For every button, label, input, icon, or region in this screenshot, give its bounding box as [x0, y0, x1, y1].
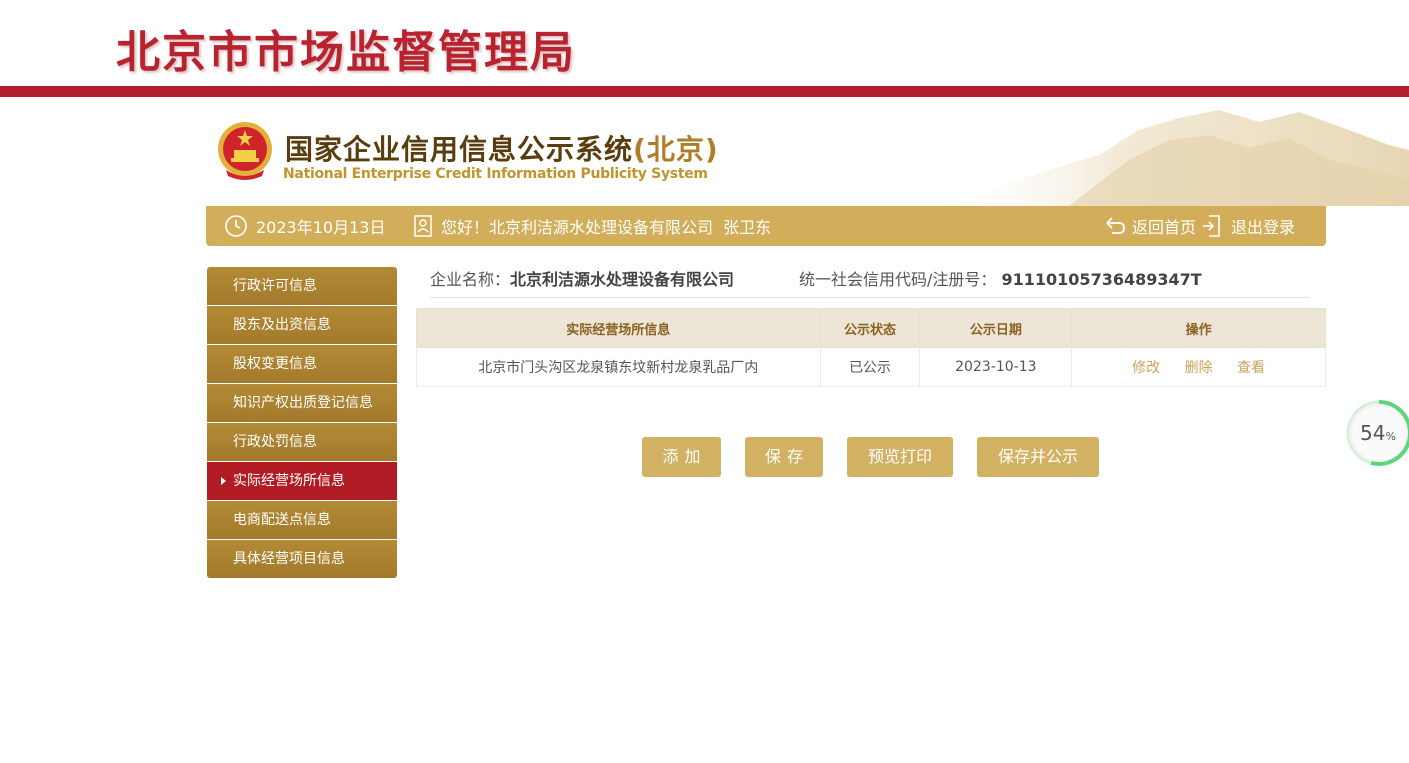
user-badge-icon: [414, 215, 432, 237]
company-name-label: 企业名称：: [430, 270, 511, 289]
progress-widget[interactable]: 54%: [1344, 398, 1409, 468]
system-title: 国家企业信用信息公示系统(北京): [285, 128, 719, 168]
greeting-text: 您好！北京利洁源水处理设备有限公司 张卫东: [441, 218, 772, 237]
active-arrow-icon: [221, 477, 226, 485]
sidebar-item-equity-change[interactable]: 股权变更信息: [207, 345, 397, 383]
sidebar-item-shareholders[interactable]: 股东及出资信息: [207, 306, 397, 344]
home-label: 返回首页: [1132, 218, 1197, 237]
credit-code-label: 统一社会信用代码/注册号：: [799, 270, 997, 289]
user-greeting: 您好！北京利洁源水处理设备有限公司 张卫东: [413, 206, 771, 246]
add-button[interactable]: 添加: [642, 437, 721, 477]
sidebar-item-label: 电商配送点信息: [233, 512, 331, 528]
info-bar: 2023年10月13日 您好！北京利洁源水处理设备有限公司 张卫东 返回首页 退…: [206, 206, 1326, 246]
sidebar-item-label: 知识产权出质登记信息: [233, 395, 373, 411]
save-button[interactable]: 保存: [745, 437, 823, 477]
credit-code: 统一社会信用代码/注册号： 91110105736489347T: [799, 266, 1202, 290]
bureau-banner: 北京市市场监督管理局: [0, 0, 1409, 86]
date-cell: 2023-10-13: [919, 347, 1073, 387]
sidebar-item-label: 具体经营项目信息: [233, 551, 345, 567]
logout-label: 退出登录: [1231, 218, 1296, 237]
sidebar-item-admin-license[interactable]: 行政许可信息: [207, 267, 397, 305]
logout-icon: [1203, 215, 1220, 237]
sidebar-item-business-scope[interactable]: 具体经营项目信息: [207, 540, 397, 578]
sidebar-item-label: 实际经营场所信息: [233, 473, 345, 489]
save-publish-button[interactable]: 保存并公示: [977, 437, 1099, 477]
sidebar-item-label: 股权变更信息: [233, 356, 317, 372]
system-title-region: (北京): [633, 133, 719, 166]
sidebar-item-label: 股东及出资信息: [233, 317, 331, 333]
column-header: 实际经营场所信息: [416, 308, 821, 348]
company-info: 企业名称：北京利洁源水处理设备有限公司 统一社会信用代码/注册号： 911101…: [430, 266, 1310, 298]
view-link[interactable]: 查看: [1237, 360, 1265, 376]
status-cell: 已公示: [819, 347, 921, 387]
premises-table: 实际经营场所信息 公示状态 公示日期 操作 北京市门头沟区龙泉镇东坟新村龙泉乳品…: [416, 308, 1326, 387]
sidebar-menu: 行政许可信息 股东及出资信息 股权变更信息 知识产权出质登记信息 行政处罚信息 …: [207, 267, 397, 579]
sidebar-item-business-premises[interactable]: 实际经营场所信息: [207, 462, 397, 500]
red-divider: [0, 86, 1409, 97]
column-header: 公示日期: [919, 308, 1073, 348]
logout-link[interactable]: 退出登录: [1201, 206, 1295, 246]
edit-link[interactable]: 修改: [1132, 360, 1160, 376]
system-header: 国家企业信用信息公示系统(北京) National Enterprise Cre…: [206, 100, 1409, 206]
sidebar-item-ecommerce-delivery[interactable]: 电商配送点信息: [207, 501, 397, 539]
progress-value: 54: [1360, 421, 1386, 445]
sidebar-item-label: 行政处罚信息: [233, 434, 317, 450]
bureau-title: 北京市市场监督管理局: [116, 27, 576, 78]
progress-unit: %: [1385, 430, 1396, 443]
home-link[interactable]: 返回首页: [1104, 206, 1196, 246]
return-arrow-icon: [1106, 217, 1125, 234]
company-name-value: 北京利洁源水处理设备有限公司: [510, 270, 735, 289]
table-row: 北京市门头沟区龙泉镇东坟新村龙泉乳品厂内 已公示 2023-10-13 修改 删…: [416, 347, 1326, 387]
address-cell: 北京市门头沟区龙泉镇东坟新村龙泉乳品厂内: [416, 347, 821, 387]
company-name: 企业名称：北京利洁源水处理设备有限公司: [430, 266, 734, 290]
sidebar-item-ip-pledge[interactable]: 知识产权出质登记信息: [207, 384, 397, 422]
national-emblem-icon: [218, 122, 272, 180]
system-title-cn: 国家企业信用信息公示系统: [285, 133, 634, 166]
sidebar-item-admin-penalty[interactable]: 行政处罚信息: [207, 423, 397, 461]
delete-link[interactable]: 删除: [1185, 360, 1213, 376]
progress-text: 54%: [1360, 421, 1396, 445]
mountain-decoration: [929, 110, 1409, 206]
date-text: 2023年10月13日: [256, 218, 386, 237]
credit-code-value: 91110105736489347T: [1001, 270, 1202, 289]
actions-cell: 修改 删除 查看: [1071, 347, 1326, 387]
date-display: 2023年10月13日: [224, 206, 385, 246]
preview-print-button[interactable]: 预览打印: [847, 437, 953, 477]
system-title-en: National Enterprise Credit Information P…: [283, 166, 708, 182]
clock-icon: [225, 215, 247, 237]
table-header-row: 实际经营场所信息 公示状态 公示日期 操作: [416, 308, 1326, 348]
column-header: 公示状态: [819, 308, 921, 348]
sidebar-item-label: 行政许可信息: [233, 278, 317, 294]
column-header: 操作: [1071, 308, 1326, 348]
